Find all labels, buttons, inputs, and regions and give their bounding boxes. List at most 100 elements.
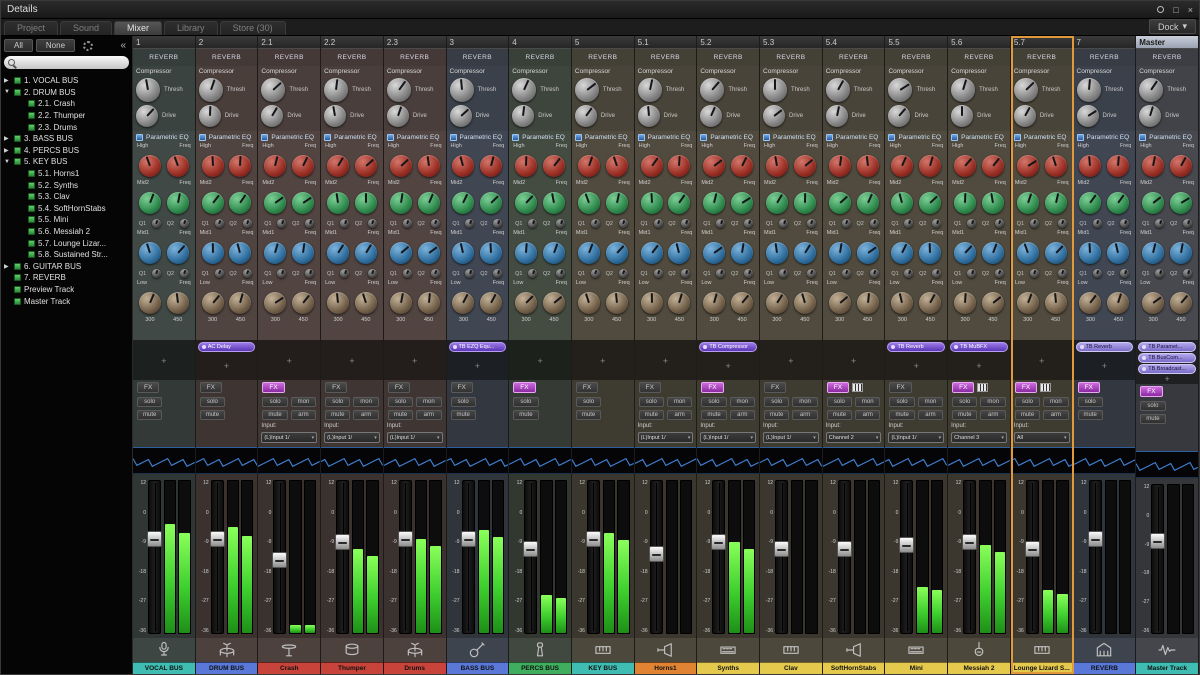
- channel-number[interactable]: 5.7: [1011, 36, 1073, 49]
- midi-keys-icon[interactable]: [1040, 383, 1051, 392]
- low-gain-knob[interactable]: [202, 292, 224, 314]
- channel-strip-2[interactable]: 2REVERBCompressorThreshDriveParametric E…: [196, 36, 259, 674]
- plugin-enable-icon[interactable]: [202, 345, 206, 349]
- reverb-send-label[interactable]: REVERB: [196, 49, 258, 66]
- fader-track[interactable]: [148, 480, 161, 634]
- high-gain-knob[interactable]: [829, 155, 851, 177]
- channel-strip-5.3[interactable]: 5.3REVERBCompressorThreshDriveParametric…: [760, 36, 823, 674]
- q1-knob[interactable]: [403, 269, 412, 278]
- mid2-gain-knob[interactable]: [139, 192, 161, 214]
- q1-knob[interactable]: [1030, 269, 1039, 278]
- reverb-send-label[interactable]: REVERB: [384, 49, 446, 66]
- channel-number[interactable]: 5.3: [760, 36, 822, 49]
- sidebar-track-item[interactable]: Preview Track: [1, 284, 132, 296]
- q1-knob[interactable]: [716, 269, 725, 278]
- mid1-gain-knob[interactable]: [515, 242, 537, 264]
- mid2-gain-knob[interactable]: [766, 192, 788, 214]
- q2-knob[interactable]: [932, 269, 941, 278]
- arm-button[interactable]: arm: [855, 410, 880, 420]
- sidebar-track-item[interactable]: Master Track: [1, 295, 132, 307]
- low-gain-knob[interactable]: [452, 292, 474, 314]
- q2-knob[interactable]: [180, 219, 189, 228]
- add-insert-button[interactable]: +: [198, 353, 256, 380]
- low-freq-knob[interactable]: [982, 292, 1004, 314]
- low-gain-knob[interactable]: [1079, 292, 1101, 314]
- add-insert-button[interactable]: +: [386, 342, 444, 380]
- mid2-gain-knob[interactable]: [891, 192, 913, 214]
- add-insert-button[interactable]: +: [699, 353, 757, 380]
- mid2-freq-knob[interactable]: [292, 192, 314, 214]
- high-freq-knob[interactable]: [731, 155, 753, 177]
- monitor-button[interactable]: mon: [1043, 397, 1068, 407]
- mid1-gain-knob[interactable]: [264, 242, 286, 264]
- mid1-freq-knob[interactable]: [1170, 242, 1192, 264]
- mid1-freq-knob[interactable]: [1107, 242, 1129, 264]
- low-freq-knob[interactable]: [229, 292, 251, 314]
- monitor-button[interactable]: mon: [980, 397, 1005, 407]
- fader-handle[interactable]: [899, 537, 914, 553]
- drive-knob[interactable]: [1014, 105, 1036, 127]
- low-freq-knob[interactable]: [1107, 292, 1129, 314]
- solo-button[interactable]: solo: [576, 397, 601, 407]
- mid2-freq-knob[interactable]: [1107, 192, 1129, 214]
- mid1-freq-knob[interactable]: [668, 242, 690, 264]
- fader-track[interactable]: [211, 480, 224, 634]
- track-name-label[interactable]: Drums: [384, 662, 446, 674]
- sidebar-track-item[interactable]: 5.5. Mini: [1, 214, 132, 226]
- q2-knob[interactable]: [681, 219, 690, 228]
- low-freq-knob[interactable]: [480, 292, 502, 314]
- solo-button[interactable]: solo: [1140, 401, 1165, 411]
- q2-knob[interactable]: [870, 219, 879, 228]
- midi-keys-icon[interactable]: [977, 383, 988, 392]
- sidebar-track-item[interactable]: ▼2. DRUM BUS: [1, 87, 132, 99]
- low-freq-knob[interactable]: [167, 292, 189, 314]
- drive-knob[interactable]: [638, 105, 660, 127]
- fader-handle[interactable]: [523, 541, 538, 557]
- drive-knob[interactable]: [199, 105, 221, 127]
- thresh-knob[interactable]: [1077, 78, 1101, 102]
- sidebar-track-item[interactable]: 2.1. Crash: [1, 98, 132, 110]
- channel-number[interactable]: 2.2: [321, 36, 383, 49]
- mid1-gain-knob[interactable]: [766, 242, 788, 264]
- fader-track[interactable]: [524, 480, 537, 634]
- channel-strip-5.5[interactable]: 5.5REVERBCompressorThreshDriveParametric…: [885, 36, 948, 674]
- channel-number[interactable]: 2.1: [258, 36, 320, 49]
- solo-button[interactable]: solo: [262, 397, 287, 407]
- fx-button[interactable]: FX: [1078, 382, 1100, 393]
- channel-strip-4[interactable]: 4REVERBCompressorThreshDriveParametric E…: [509, 36, 572, 674]
- channel-number[interactable]: 7: [1074, 36, 1136, 49]
- fx-button[interactable]: FX: [451, 382, 473, 393]
- channel-strip-1[interactable]: 1REVERBCompressorThreshDriveParametric E…: [133, 36, 196, 674]
- q1-knob[interactable]: [967, 219, 976, 228]
- high-gain-knob[interactable]: [264, 155, 286, 177]
- channel-number[interactable]: Master: [1136, 36, 1198, 49]
- reverb-send-label[interactable]: REVERB: [133, 49, 195, 66]
- maximize-icon[interactable]: □: [1173, 5, 1178, 15]
- monitor-button[interactable]: mon: [855, 397, 880, 407]
- fader-handle[interactable]: [837, 541, 852, 557]
- pin-icon[interactable]: [1157, 6, 1164, 13]
- mute-button[interactable]: mute: [639, 410, 664, 420]
- q1-knob[interactable]: [1093, 269, 1102, 278]
- q1-knob[interactable]: [1093, 219, 1102, 228]
- low-freq-knob[interactable]: [668, 292, 690, 314]
- monitor-button[interactable]: mon: [730, 397, 755, 407]
- mid2-gain-knob[interactable]: [641, 192, 663, 214]
- input-selector[interactable]: (L)Input 1/▾: [763, 432, 819, 443]
- q2-knob[interactable]: [493, 219, 502, 228]
- mid1-freq-knob[interactable]: [982, 242, 1004, 264]
- mid2-gain-knob[interactable]: [202, 192, 224, 214]
- mid2-gain-knob[interactable]: [515, 192, 537, 214]
- drive-knob[interactable]: [324, 105, 346, 127]
- reverb-send-label[interactable]: REVERB: [885, 49, 947, 66]
- input-selector[interactable]: Channel 2▾: [826, 432, 882, 443]
- channel-strip-5[interactable]: 5REVERBCompressorThreshDriveParametric E…: [572, 36, 635, 674]
- fader-handle[interactable]: [774, 541, 789, 557]
- input-selector[interactable]: (L)Input 1/▾: [261, 432, 317, 443]
- sidebar-track-item[interactable]: 5.6. Messiah 2: [1, 226, 132, 238]
- high-gain-knob[interactable]: [891, 155, 913, 177]
- thresh-knob[interactable]: [700, 78, 724, 102]
- high-gain-knob[interactable]: [954, 155, 976, 177]
- high-freq-knob[interactable]: [919, 155, 941, 177]
- q2-knob[interactable]: [681, 269, 690, 278]
